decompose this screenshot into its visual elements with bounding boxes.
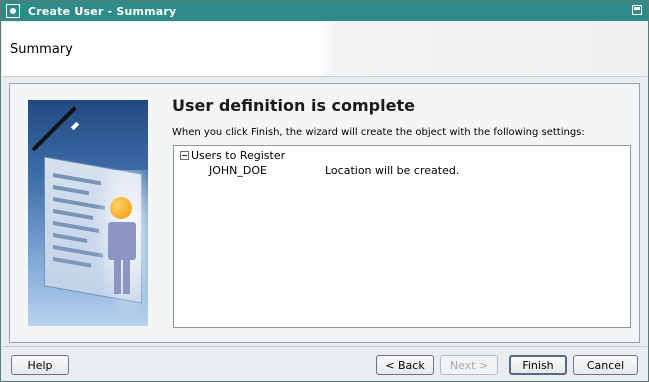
magic-wand-icon xyxy=(31,106,77,152)
page-title: Summary xyxy=(10,42,73,57)
user-legs-icon xyxy=(114,258,130,294)
summary-heading: User definition is complete xyxy=(172,96,415,115)
settings-tree[interactable]: Users to Register JOHN_DOE Location will… xyxy=(173,145,631,328)
collapse-icon[interactable] xyxy=(180,151,189,160)
footer-divider xyxy=(2,346,647,347)
content-frame: User definition is complete When you cli… xyxy=(9,83,640,343)
window-system-icon[interactable] xyxy=(6,4,20,18)
tree-root-label: Users to Register xyxy=(191,149,286,162)
finish-button[interactable]: Finish xyxy=(509,355,567,375)
cancel-button-label: Cancel xyxy=(586,358,625,372)
wizard-window: Create User - Summary Summary User defin… xyxy=(0,0,649,382)
user-head-icon xyxy=(110,197,132,219)
next-button[interactable]: Next > xyxy=(440,355,498,375)
title-bar[interactable]: Create User - Summary xyxy=(1,1,648,21)
back-button[interactable]: < Back xyxy=(376,355,434,375)
help-button[interactable]: Help xyxy=(11,355,69,375)
summary-description: When you click Finish, the wizard will c… xyxy=(172,127,585,138)
tree-root-node[interactable]: Users to Register xyxy=(180,149,285,162)
user-body-icon xyxy=(108,222,136,260)
window-title: Create User - Summary xyxy=(28,4,177,18)
next-button-label: Next > xyxy=(449,358,489,372)
tree-item-name[interactable]: JOHN_DOE xyxy=(209,164,267,177)
back-button-label: < Back xyxy=(385,358,425,372)
wand-tip-icon xyxy=(70,121,80,131)
tree-item-status: Location will be created. xyxy=(325,164,460,177)
help-button-label: Help xyxy=(27,358,53,372)
finish-button-label: Finish xyxy=(522,358,554,372)
maximize-icon[interactable] xyxy=(632,5,642,15)
wizard-header: Summary xyxy=(2,22,647,77)
cancel-button[interactable]: Cancel xyxy=(573,355,638,375)
wizard-illustration xyxy=(28,100,148,326)
